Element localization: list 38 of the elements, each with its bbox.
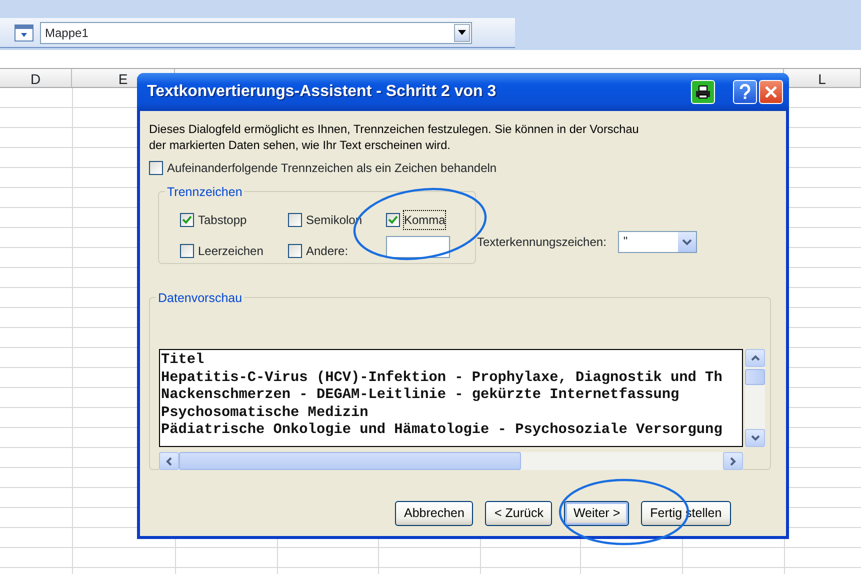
preview-line: Titel (161, 352, 206, 370)
dialog-button[interactable]: < Zurück (485, 501, 552, 526)
scroll-down-icon[interactable] (750, 435, 760, 441)
qualifier-dropdown[interactable]: " (618, 231, 698, 253)
workbook-field[interactable]: Mappe1 (40, 22, 472, 44)
checkbox[interactable] (149, 161, 163, 175)
scroll-up-icon[interactable] (750, 355, 760, 361)
checkbox-label: Komma (404, 210, 446, 229)
description-text: Dieses Dialogfeld ermöglicht es Ihnen, Trennzeichen festzulegen. Sie können in der Vorschau der markierten Daten sehen, wie Ihr Text erscheinen wird. (149, 121, 640, 153)
checkbox[interactable] (180, 244, 194, 258)
checkbox-label: Aufeinanderfolgende Trennzeichen als ein Zeichen behandeln (167, 160, 497, 177)
dialog-button[interactable]: Abbrechen (395, 501, 474, 526)
checkbox[interactable] (288, 244, 302, 258)
preview-line: Pädiatrische Onkologie und Hämatologie - Psychosoziale Versorgung (161, 422, 724, 440)
scroll-thumb[interactable] (745, 369, 765, 385)
vertical-scrollbar[interactable] (745, 349, 765, 447)
preview-line: Hepatitis-C-Virus (HCV)-Infektion - Prophylaxe, Diagnostik und Th (161, 370, 724, 387)
help-icon[interactable] (733, 80, 757, 104)
checkbox[interactable] (386, 212, 400, 227)
column-header[interactable]: D (0, 69, 72, 87)
dialog-button[interactable]: Weiter > (564, 501, 630, 526)
dropdown-arrow-icon[interactable] (458, 30, 466, 35)
checkbox[interactable] (180, 212, 194, 227)
qualifier-label: Texterkennungszeichen: (477, 234, 606, 251)
scroll-left-icon[interactable] (166, 456, 172, 466)
preview-line: Nackenschmerzen - DEGAM-Leitlinie - gekürzte Internetfassung (161, 387, 680, 405)
other-input-field[interactable] (386, 236, 450, 258)
checkbox-label: Leerzeichen (198, 243, 264, 260)
window-icon[interactable] (14, 24, 34, 42)
printer-icon[interactable] (691, 80, 715, 104)
horizontal-scrollbar[interactable] (159, 452, 743, 470)
scroll-thumb[interactable] (179, 452, 521, 470)
close-icon[interactable] (759, 80, 783, 104)
checkbox-label: Andere: (306, 243, 348, 260)
preview-line: Psychosomatische Medizin (161, 404, 370, 422)
scroll-right-icon[interactable] (730, 456, 736, 466)
checkbox-label: Tabstopp (198, 212, 247, 229)
checkbox[interactable] (288, 212, 302, 227)
